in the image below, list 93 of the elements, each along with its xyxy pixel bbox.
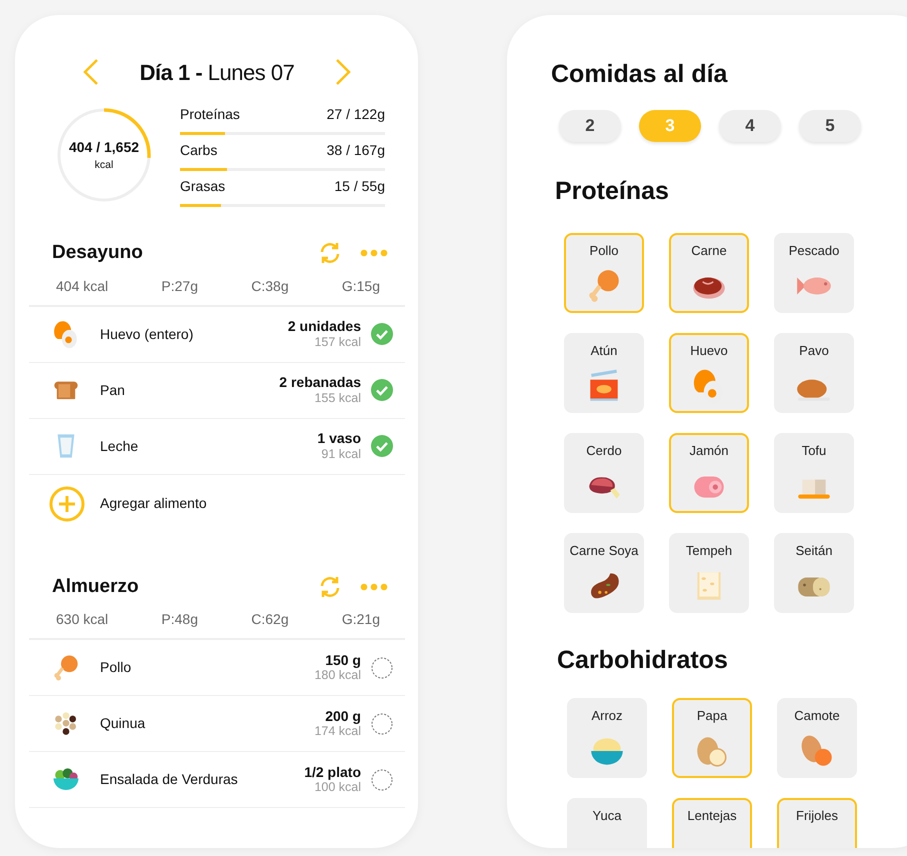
calorie-value: 404 / 1,652	[68, 138, 140, 157]
food-option-label: Carne Soya	[570, 542, 638, 560]
food-option-label: Arroz	[591, 707, 623, 725]
unchecked-circle-icon[interactable]	[371, 712, 393, 734]
checked-icon[interactable]	[371, 323, 393, 345]
add-circle-icon[interactable]	[49, 486, 85, 522]
food-option-label: Pollo	[590, 242, 618, 260]
food-option-label: Frijoles	[796, 807, 838, 825]
checked-icon[interactable]	[371, 435, 393, 457]
chevron-left-icon[interactable]	[82, 58, 100, 86]
meal-summary-value: P:27g	[161, 276, 198, 296]
calorie-unit: kcal	[94, 158, 114, 173]
food-calories: 180 kcal	[314, 668, 361, 684]
food-amount: 2 unidades	[288, 318, 361, 335]
refresh-icon[interactable]	[318, 241, 342, 266]
food-option-tile[interactable]: Papa	[672, 698, 752, 778]
category-title: Carbohidratos	[557, 645, 729, 675]
macro-reading: 38 / 167g	[326, 141, 385, 160]
food-option-label: Jamón	[689, 442, 729, 460]
food-option-label: Lentejas	[687, 807, 737, 825]
meal-count-option[interactable]: 4	[719, 110, 781, 142]
unchecked-circle-icon[interactable]	[371, 656, 393, 678]
food-option-tile[interactable]: Seitán	[774, 533, 854, 613]
food-option-label: Seitán	[796, 542, 832, 560]
food-option-label: Tempeh	[686, 542, 732, 560]
food-option-tile[interactable]: Cerdo	[564, 433, 644, 513]
food-option-label: Pescado	[788, 242, 840, 260]
food-amount: 1/2 plato	[304, 764, 361, 780]
food-name: Ensalada de Verduras	[100, 770, 239, 789]
food-name: Huevo (entero)	[100, 324, 194, 344]
add-food-link[interactable]: Agregar alimento	[100, 493, 393, 514]
section-title: Comidas al día	[551, 59, 728, 89]
food-option-tile[interactable]: Tempeh	[669, 533, 749, 613]
food-option-tile[interactable]: Jamón	[669, 433, 749, 513]
food-option-tile[interactable]: Pollo	[564, 233, 644, 313]
food-calories: 100 kcal	[313, 780, 361, 796]
meal-summary-value: G:15g	[342, 276, 380, 296]
macro-reading: 27 / 122g	[326, 105, 385, 124]
food-option-tile[interactable]: Tofu	[774, 433, 854, 513]
chevron-right-icon[interactable]	[334, 58, 352, 86]
food-amount: 150 g	[324, 652, 361, 668]
unchecked-circle-icon[interactable]	[371, 768, 393, 790]
food-option-label: Cerdo	[586, 442, 622, 460]
food-name: Leche	[100, 436, 140, 456]
food-option-tile[interactable]: Yuca	[567, 798, 647, 848]
food-option-tile[interactable]: Carne Soya	[564, 533, 644, 613]
macro-name: Carbs	[180, 141, 218, 160]
food-option-tile[interactable]: Pescado	[774, 233, 854, 313]
more-options-icon[interactable]	[360, 249, 388, 258]
food-amount: 200 g	[324, 708, 361, 724]
food-name: Pollo	[100, 658, 132, 677]
meal-summary-value: P:48g	[161, 610, 198, 629]
food-option-label: Pavo	[799, 342, 829, 360]
food-option-tile[interactable]: Huevo	[669, 333, 749, 413]
more-options-icon[interactable]	[360, 582, 388, 591]
macro-name: Proteínas	[180, 105, 240, 124]
meal-summary-value: 404 kcal	[56, 276, 108, 296]
macro-name: Grasas	[180, 177, 226, 196]
food-option-tile[interactable]: Arroz	[567, 698, 647, 778]
food-calories: 155 kcal	[313, 390, 361, 406]
refresh-icon[interactable]	[318, 574, 342, 599]
food-option-tile[interactable]: Atún	[564, 333, 644, 413]
food-calories: 91 kcal	[320, 446, 361, 462]
checked-icon[interactable]	[371, 379, 393, 401]
food-calories: 157 kcal	[313, 334, 361, 350]
macro-reading: 15 / 55g	[334, 177, 385, 196]
day-title: Día 1 - Lunes 07	[140, 58, 294, 86]
food-option-label: Atún	[590, 342, 618, 360]
meal-summary-value: G:21g	[342, 610, 380, 629]
food-name: Quinua	[100, 714, 146, 733]
food-option-label: Carne	[691, 242, 727, 260]
category-title: Proteínas	[555, 176, 670, 206]
food-option-label: Camote	[794, 707, 840, 725]
food-option-tile[interactable]: Pavo	[774, 333, 854, 413]
meal-summary-value: C:38g	[251, 276, 289, 296]
meal-summary-value: 630 kcal	[56, 610, 108, 629]
meal-count-option[interactable]: 5	[799, 110, 861, 142]
food-calories: 174 kcal	[314, 724, 361, 740]
meal-summary-value: C:62g	[251, 610, 289, 629]
food-option-tile[interactable]: Carne	[669, 233, 749, 313]
meal-count-option[interactable]: 2	[559, 110, 621, 142]
food-option-label: Yuca	[592, 807, 622, 825]
food-option-label: Huevo	[690, 342, 728, 360]
meal-title: Desayuno	[52, 241, 144, 265]
food-amount: 1 vaso	[317, 430, 361, 447]
meal-title: Almuerzo	[52, 574, 140, 598]
food-option-label: Tofu	[802, 442, 826, 460]
food-option-tile[interactable]: Lentejas	[672, 798, 752, 848]
food-name: Pan	[100, 380, 126, 400]
food-option-label: Papa	[696, 707, 728, 725]
food-amount: 2 rebanadas	[279, 374, 361, 391]
food-option-tile[interactable]: Camote	[777, 698, 857, 778]
food-option-tile[interactable]: Frijoles	[777, 798, 857, 848]
